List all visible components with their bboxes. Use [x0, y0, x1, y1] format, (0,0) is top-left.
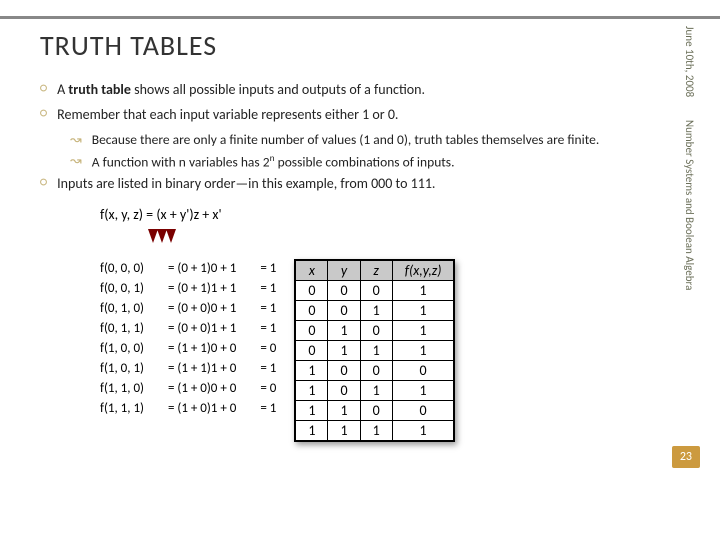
truth-table-cell: 0 — [360, 280, 392, 300]
eval-labels-column: f(0, 0, 0) f(0, 0, 1) f(0, 1, 0) f(0, 1,… — [100, 259, 144, 420]
truth-table-header-cell: f(x,y,z) — [392, 260, 454, 280]
bullet-1-pre: A — [57, 81, 68, 98]
truth-table-wrap: xyzf(x,y,z) 0001001101010111100010111100… — [294, 259, 455, 442]
table-row: 0001 — [296, 280, 454, 300]
bullet-2b: ↝ A function with n variables has 2n pos… — [70, 152, 666, 171]
sub-bullet-mark-icon: ↝ — [70, 131, 82, 148]
truth-table-cell: 0 — [392, 360, 454, 380]
truth-table-header-row: xyzf(x,y,z) — [296, 260, 454, 280]
table-row: 1111 — [296, 420, 454, 440]
arrow-down-icon — [166, 229, 176, 243]
truth-table-header-cell: y — [328, 260, 360, 280]
truth-table-cell: 1 — [328, 420, 360, 440]
bullet-2b-post: possible combinations of inputs. — [275, 154, 455, 171]
bullet-2a: ↝ Because there are only a finite number… — [70, 131, 666, 148]
truth-table-cell: 1 — [392, 320, 454, 340]
truth-table-cell: 1 — [392, 380, 454, 400]
evaluation-block: f(0, 0, 0) f(0, 0, 1) f(0, 1, 0) f(0, 1,… — [100, 259, 276, 420]
table-row: 1011 — [296, 380, 454, 400]
truth-table-cell: 0 — [328, 280, 360, 300]
truth-table-cell: 0 — [328, 300, 360, 320]
bullet-mark-icon: ○ — [40, 81, 47, 98]
top-divider — [0, 16, 720, 19]
truth-table-cell: 0 — [360, 320, 392, 340]
bullet-1-text: A truth table shows all possible inputs … — [57, 81, 425, 98]
table-row: 0101 — [296, 320, 454, 340]
table-row: 1100 — [296, 400, 454, 420]
truth-table-cell: 1 — [296, 420, 328, 440]
truth-table-cell: 1 — [328, 320, 360, 340]
bullet-1: ○ A truth table shows all possible input… — [40, 81, 666, 98]
truth-table-cell: 0 — [328, 380, 360, 400]
truth-table-cell: 1 — [360, 380, 392, 400]
bullet-2-text: Remember that each input variable repres… — [57, 106, 398, 123]
bullet-1-post: shows all possible inputs and outputs of… — [131, 81, 425, 98]
truth-table-cell: 1 — [360, 340, 392, 360]
truth-table-cell: 1 — [392, 300, 454, 320]
table-row: 1000 — [296, 360, 454, 380]
truth-table-cell: 0 — [296, 320, 328, 340]
truth-table-cell: 0 — [296, 280, 328, 300]
slide-title: TRUTH TABLES — [40, 28, 666, 63]
slide: June 10th, 2008 Number Systems and Boole… — [0, 0, 720, 540]
truth-table-cell: 1 — [296, 360, 328, 380]
eval-exprs-column: = (0 + 1)0 + 1 = (0 + 1)1 + 1 = (0 + 0)0… — [168, 259, 236, 420]
truth-table-cell: 0 — [296, 340, 328, 360]
bullet-2b-text: A function with n variables has 2n possi… — [92, 152, 455, 171]
truth-table-cell: 1 — [360, 420, 392, 440]
truth-table-cell: 1 — [392, 340, 454, 360]
truth-table-cell: 0 — [360, 400, 392, 420]
truth-table-cell: 1 — [296, 400, 328, 420]
truth-table-cell: 1 — [328, 400, 360, 420]
truth-table-header-cell: z — [360, 260, 392, 280]
truth-table-cell: 1 — [392, 420, 454, 440]
bullet-mark-icon: ○ — [40, 175, 47, 192]
truth-table-cell: 0 — [296, 300, 328, 320]
bullet-mark-icon: ○ — [40, 106, 47, 123]
table-row: 0011 — [296, 300, 454, 320]
truth-table-cell: 1 — [296, 380, 328, 400]
equation: f(x, y, z) = (x + y')z + x' — [100, 206, 666, 223]
truth-table-cell: 0 — [392, 400, 454, 420]
truth-table-cell: 1 — [392, 280, 454, 300]
truth-table-body: 00010011010101111000101111001111 — [296, 280, 454, 440]
lower-content: f(0, 0, 0) f(0, 0, 1) f(0, 1, 0) f(0, 1,… — [40, 259, 666, 442]
arrow-group — [160, 229, 666, 255]
bullet-list: ○ A truth table shows all possible input… — [40, 81, 666, 192]
truth-table-header-cell: x — [296, 260, 328, 280]
truth-table-cell: 0 — [328, 360, 360, 380]
bullet-2b-pre: A function with n variables has 2 — [92, 154, 270, 171]
side-date: June 10th, 2008 — [683, 26, 696, 97]
bullet-1-bold: truth table — [68, 81, 131, 98]
side-topic: Number Systems and Boolean Algebra — [683, 120, 696, 290]
bullet-3-text: Inputs are listed in binary order—in thi… — [57, 175, 435, 192]
eval-results-column: = 1 = 1 = 1 = 1 = 0 = 1 = 0 = 1 — [260, 259, 276, 420]
sub-bullet-mark-icon: ↝ — [70, 152, 82, 171]
truth-table-cell: 1 — [328, 340, 360, 360]
table-row: 0111 — [296, 340, 454, 360]
bullet-3: ○ Inputs are listed in binary order—in t… — [40, 175, 666, 192]
truth-table-cell: 1 — [360, 300, 392, 320]
bullet-2a-text: Because there are only a finite number o… — [92, 131, 600, 148]
bullet-2: ○ Remember that each input variable repr… — [40, 106, 666, 123]
truth-table-cell: 0 — [360, 360, 392, 380]
truth-table: xyzf(x,y,z) 0001001101010111100010111100… — [295, 260, 454, 441]
page-number: 23 — [672, 446, 700, 468]
